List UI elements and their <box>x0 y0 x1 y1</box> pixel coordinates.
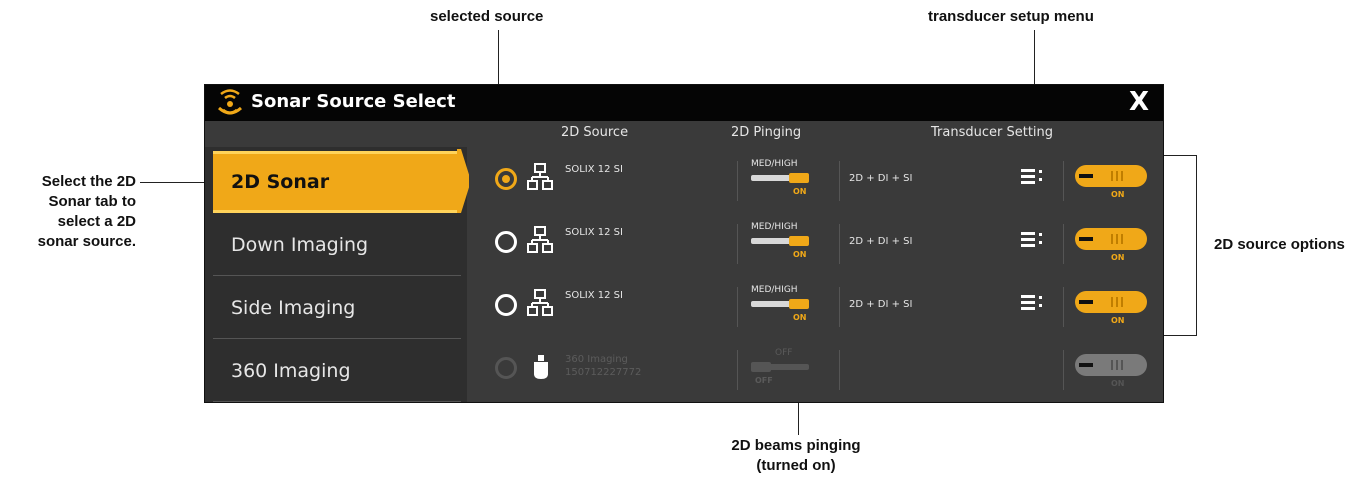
ping-slider-knob[interactable] <box>789 236 809 246</box>
ping-slider[interactable] <box>751 236 809 246</box>
header-transducer-setting: Transducer Setting <box>931 125 1054 140</box>
network-icon <box>527 226 553 253</box>
divider <box>737 161 738 201</box>
toggle-pill <box>1079 300 1093 304</box>
divider <box>839 161 840 201</box>
toggle-state: ON <box>1111 379 1125 388</box>
toggle-grip <box>1111 171 1113 181</box>
callout-line-sonar-tab <box>140 182 212 183</box>
ping-state: ON <box>793 187 807 196</box>
menu-icon[interactable] <box>1021 167 1043 185</box>
ping-slider-disabled <box>751 362 809 372</box>
toggle-state: ON <box>1111 190 1125 199</box>
source-name: SOLIX 12 SI <box>565 290 623 301</box>
ping-state: ON <box>793 250 807 259</box>
source-name-line2: 150712227772 <box>565 367 642 378</box>
divider <box>839 287 840 327</box>
ping-state: ON <box>793 313 807 322</box>
source-row[interactable]: SOLIX 12 SI MED/HIGH ON 2D + DI + SI ON <box>469 151 1163 213</box>
header-2d-pinging: 2D Pinging <box>731 125 802 140</box>
divider <box>1063 287 1064 327</box>
callout-transducer-menu: transducer setup menu <box>928 8 1094 25</box>
ping-mode-label: MED/HIGH <box>751 159 798 169</box>
transducer-setting: 2D + DI + SI <box>849 299 913 310</box>
ping-state: OFF <box>755 376 773 385</box>
transducer-icon <box>534 355 548 379</box>
transducer-setting: 2D + DI + SI <box>849 173 913 184</box>
ping-slider-knob[interactable] <box>789 299 809 309</box>
sonar-source-dialog: Sonar Source Select X 2D Source 2D Pingi… <box>204 84 1164 403</box>
divider <box>737 350 738 390</box>
tab-2d-sonar[interactable]: 2D Sonar <box>213 151 461 213</box>
source-name: SOLIX 12 SI <box>565 227 623 238</box>
close-button[interactable]: X <box>1129 87 1149 117</box>
ping-mode-label: MED/HIGH <box>751 222 798 232</box>
network-icon <box>527 289 553 316</box>
source-toggle[interactable] <box>1075 228 1147 250</box>
source-radio[interactable] <box>495 294 517 316</box>
divider <box>1063 161 1064 201</box>
source-toggle[interactable] <box>1075 165 1147 187</box>
callout-sonar-tab-line1: Select the 2D <box>41 173 136 190</box>
source-radio-disabled <box>495 357 517 379</box>
toggle-grip <box>1111 360 1113 370</box>
ping-slider-knob[interactable] <box>789 173 809 183</box>
source-row-disabled: 360 Imaging 150712227772 OFF OFF ON <box>469 340 1163 402</box>
menu-icon[interactable] <box>1021 293 1043 311</box>
toggle-grip <box>1111 234 1113 244</box>
title-bar: Sonar Source Select X <box>205 85 1163 121</box>
divider <box>1063 224 1064 264</box>
divider <box>839 224 840 264</box>
transducer-setting: 2D + DI + SI <box>849 236 913 247</box>
source-toggle[interactable] <box>1075 354 1147 376</box>
callout-sonar-tab-line4: sonar source. <box>37 233 136 250</box>
callout-selected-source: selected source <box>430 8 544 25</box>
ping-mode-label: OFF <box>775 348 793 358</box>
ping-slider-knob <box>751 362 771 372</box>
divider <box>737 224 738 264</box>
ping-mode-label: MED/HIGH <box>751 285 798 295</box>
divider <box>839 350 840 390</box>
menu-icon[interactable] <box>1021 230 1043 248</box>
callout-source-options: 2D source options <box>1214 236 1345 253</box>
network-icon <box>527 163 553 190</box>
callout-sonar-tab: Select the 2D Sonar tab to select a 2D s… <box>6 172 136 252</box>
source-name: SOLIX 12 SI <box>565 164 623 175</box>
source-toggle[interactable] <box>1075 291 1147 313</box>
toggle-pill <box>1079 174 1093 178</box>
source-radio-selected[interactable] <box>495 168 517 190</box>
callout-beams-pinging: 2D beams pinging (turned on) <box>706 436 886 476</box>
dialog-title: Sonar Source Select <box>251 91 456 112</box>
tab-down-imaging[interactable]: Down Imaging <box>213 214 461 276</box>
toggle-grip <box>1111 297 1113 307</box>
source-radio[interactable] <box>495 231 517 253</box>
sonar-icon <box>217 89 243 115</box>
toggle-pill <box>1079 237 1093 241</box>
callout-bracket-vert <box>1196 155 1197 335</box>
toggle-state: ON <box>1111 253 1125 262</box>
toggle-state: ON <box>1111 316 1125 325</box>
source-row[interactable]: SOLIX 12 SI MED/HIGH ON 2D + DI + SI ON <box>469 277 1163 339</box>
source-list: SOLIX 12 SI MED/HIGH ON 2D + DI + SI ON <box>469 147 1163 402</box>
tab-360-imaging[interactable]: 360 Imaging <box>213 340 461 402</box>
callout-sonar-tab-line3: select a 2D <box>57 213 136 230</box>
divider <box>737 287 738 327</box>
divider <box>1063 350 1064 390</box>
ping-slider[interactable] <box>751 299 809 309</box>
ping-slider[interactable] <box>751 173 809 183</box>
callout-beams-line1: 2D beams pinging <box>731 437 861 454</box>
tab-side-imaging[interactable]: Side Imaging <box>213 277 461 339</box>
source-name: 360 Imaging 150712227772 <box>565 353 641 379</box>
sidebar: 2D Sonar Down Imaging Side Imaging 360 I… <box>205 147 467 402</box>
toggle-pill <box>1079 363 1093 367</box>
callout-sonar-tab-line2: Sonar tab to <box>48 193 136 210</box>
callout-beams-line2: (turned on) <box>756 457 836 474</box>
header-2d-source: 2D Source <box>561 125 629 140</box>
source-row[interactable]: SOLIX 12 SI MED/HIGH ON 2D + DI + SI ON <box>469 214 1163 276</box>
source-name-line1: 360 Imaging <box>565 354 628 365</box>
